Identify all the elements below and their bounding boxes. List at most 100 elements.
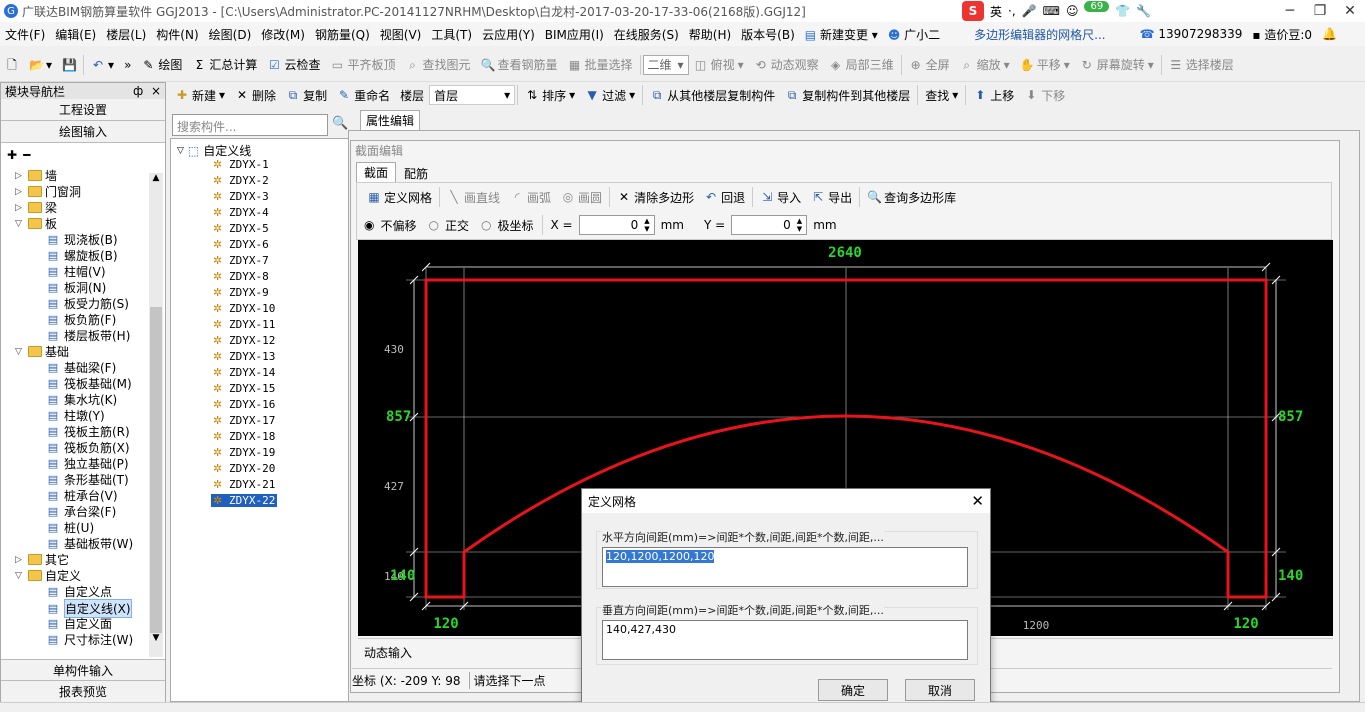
component-item[interactable]: ✲ ZDYX-16 — [213, 398, 275, 411]
tree-item[interactable]: ▤ 基础梁(F) — [45, 359, 116, 376]
new-component-button[interactable]: ✚ 新建 ▾ — [170, 87, 230, 104]
component-item[interactable]: ✲ ZDYX-4 — [213, 206, 269, 219]
ime-language[interactable]: 英 — [990, 3, 1002, 20]
draw-arc-button[interactable]: ◜ 画弧 — [505, 189, 556, 206]
component-item[interactable]: ✲ ZDYX-5 — [213, 222, 269, 235]
component-search-input[interactable]: 搜索构件... — [172, 114, 328, 136]
menu-version[interactable]: 版本号(B) — [736, 26, 800, 43]
tree-item[interactable]: ▤ 板受力筋(S) — [45, 295, 129, 312]
close-icon[interactable]: ✕ — [1335, 3, 1365, 19]
menu-modify[interactable]: 修改(M) — [256, 26, 310, 43]
spinner-icon[interactable]: ▲ ▼ — [644, 217, 649, 233]
component-item[interactable]: ✲ ZDYX-10 — [213, 302, 275, 315]
export-button[interactable]: ⇱ 导出 — [806, 189, 857, 206]
x-offset-input[interactable]: 0 ▲ ▼ — [578, 215, 655, 235]
tree-folder[interactable]: ▽ 自定义 — [15, 567, 81, 584]
query-polygon-lib-button[interactable]: 🔍 查询多边形库 — [862, 189, 961, 206]
tab-rebar[interactable]: 配筋 — [398, 163, 434, 183]
tree-folder[interactable]: ▽ 板 — [15, 215, 57, 232]
report-preview-button[interactable]: 报表预览 — [1, 681, 165, 703]
component-item[interactable]: ✲ ZDYX-6 — [213, 238, 269, 251]
copy-from-floor-button[interactable]: ⧉ 从其他楼层复制构件 — [645, 87, 780, 104]
user-icon[interactable]: ☺ — [1066, 4, 1079, 18]
nav-scrollbar[interactable]: ▲ ▼ — [149, 173, 163, 657]
keyboard-icon[interactable]: ⌨ — [1043, 4, 1060, 18]
ortho-radio[interactable]: ○ — [429, 218, 439, 232]
component-item[interactable]: ✲ ZDYX-2 — [213, 174, 269, 187]
tree-item[interactable]: ▤ 螺旋板(B) — [45, 247, 118, 264]
no-offset-radio[interactable]: ◉ — [364, 218, 374, 232]
tree-folder[interactable]: ▷ 其它 — [15, 551, 69, 568]
tree-item[interactable]: ▤ 现浇板(B) — [45, 231, 118, 248]
menu-online[interactable]: 在线服务(S) — [609, 26, 684, 43]
rename-button[interactable]: ✎ 重命名 — [332, 87, 395, 104]
scroll-down-icon[interactable]: ▼ — [149, 633, 163, 647]
copy-to-floor-button[interactable]: ⧉ 复制构件到其他楼层 — [780, 87, 915, 104]
menu-edit[interactable]: 编辑(E) — [50, 26, 101, 43]
local-3d-button[interactable]: ◈ 局部三维 — [824, 56, 899, 73]
tree-item[interactable]: ▤ 筏板主筋(R) — [45, 423, 130, 440]
sum-button[interactable]: Σ 汇总计算 — [187, 56, 262, 73]
collapse-all-icon[interactable]: ━ — [23, 148, 30, 162]
menu-draw[interactable]: 绘图(D) — [204, 26, 257, 43]
component-item[interactable]: ✲ ZDYX-18 — [213, 430, 275, 443]
sort-button[interactable]: ⇅ 排序 ▾ — [520, 87, 580, 104]
tab-section[interactable]: 截面 — [356, 162, 396, 182]
account[interactable]: ☎ 13907298339 — [1135, 27, 1248, 41]
tree-item[interactable]: ▤ 基础板带(W) — [45, 535, 133, 552]
dynamic-view-button[interactable]: ⟲ 动态观察 — [749, 56, 824, 73]
select-floor-button[interactable]: ☰ 选择楼层 — [1164, 56, 1239, 73]
component-item[interactable]: ✲ ZDYX-11 — [213, 318, 275, 331]
y-offset-input[interactable]: 0 ▲ ▼ — [731, 215, 808, 235]
view-mode-select[interactable]: 二维 ▾ — [642, 54, 689, 75]
tree-item[interactable]: ▤ 桩承台(V) — [45, 487, 118, 504]
component-item[interactable]: ✲ ZDYX-19 — [213, 446, 275, 459]
define-grid-button[interactable]: ▦ 定义网格 — [362, 189, 437, 206]
menu-bim[interactable]: BIM应用(I) — [540, 26, 609, 43]
expand-icon[interactable]: ▷ — [15, 187, 25, 197]
undo-button[interactable]: ↶ ▾ — [86, 58, 119, 72]
notice-link[interactable]: 多边形编辑器的网格尺... — [969, 26, 1110, 43]
component-item[interactable]: ✲ ZDYX-1 — [213, 158, 269, 171]
tree-item[interactable]: ▤ 条形基础(T) — [45, 471, 129, 488]
menu-cloud[interactable]: 云应用(Y) — [477, 26, 540, 43]
punct-icon[interactable]: ·, — [1008, 4, 1016, 18]
draw-line-button[interactable]: ╲ 画直线 — [442, 189, 505, 206]
minimize-icon[interactable]: ─ — [1275, 3, 1305, 19]
find-button[interactable]: 查找 ▾ — [920, 87, 963, 104]
copy-button[interactable]: ⧉ 复制 — [281, 87, 332, 104]
component-item[interactable]: ✲ ZDYX-8 — [213, 270, 269, 283]
clear-polygon-button[interactable]: ✕ 清除多边形 — [612, 189, 699, 206]
move-up-button[interactable]: ⬆ 上移 — [968, 87, 1019, 104]
component-item[interactable]: ✲ ZDYX-17 — [213, 414, 275, 427]
spinner-icon[interactable]: ▲ ▼ — [797, 217, 802, 233]
pin-icon[interactable]: ф — [133, 84, 143, 98]
tree-item[interactable]: ▤ 桩(U) — [45, 519, 94, 536]
menu-new-change[interactable]: ▤ 新建变更 ▾ — [800, 26, 883, 43]
ok-button[interactable]: 确定 — [818, 679, 888, 701]
move-down-button[interactable]: ⬇ 下移 — [1019, 87, 1070, 104]
mic-icon[interactable]: 🎤 — [1022, 4, 1037, 18]
component-item[interactable]: ✲ ZDYX-12 — [213, 334, 275, 347]
tree-item[interactable]: ▤ 柱墩(Y) — [45, 407, 105, 424]
tree-folder[interactable]: ▽ 基础 — [15, 343, 69, 360]
tree-item[interactable]: ▤ 尺寸标注(W) — [45, 631, 133, 648]
delete-button[interactable]: ✕ 删除 — [230, 87, 281, 104]
wrench-icon[interactable]: 🔧 — [1136, 4, 1151, 18]
collapse-icon[interactable]: ▽ — [15, 219, 25, 229]
polar-radio[interactable]: ○ — [481, 218, 491, 232]
floor-select[interactable]: 首层 ▾ — [429, 85, 516, 105]
import-button[interactable]: ⇲ 导入 — [755, 189, 806, 206]
new-file-button[interactable]: 🗋 — [0, 58, 24, 72]
draw-circle-button[interactable]: ◎ 画圆 — [556, 189, 607, 206]
expand-icon[interactable]: ▷ — [15, 555, 25, 565]
component-item[interactable]: ✲ ZDYX-14 — [213, 366, 275, 379]
dialog-close-icon[interactable]: ✕ — [971, 492, 984, 510]
shirt-icon[interactable]: 👕 — [1115, 4, 1130, 18]
price-bean[interactable]: ▪ 造价豆:0 — [1247, 26, 1317, 43]
component-item[interactable]: ✲ ZDYX-9 — [213, 286, 269, 299]
component-item[interactable]: ✲ ZDYX-20 — [213, 462, 275, 475]
sogou-icon[interactable]: S — [962, 1, 984, 21]
expand-icon[interactable]: ▷ — [15, 171, 25, 181]
project-settings-button[interactable]: 工程设置 — [1, 99, 165, 121]
